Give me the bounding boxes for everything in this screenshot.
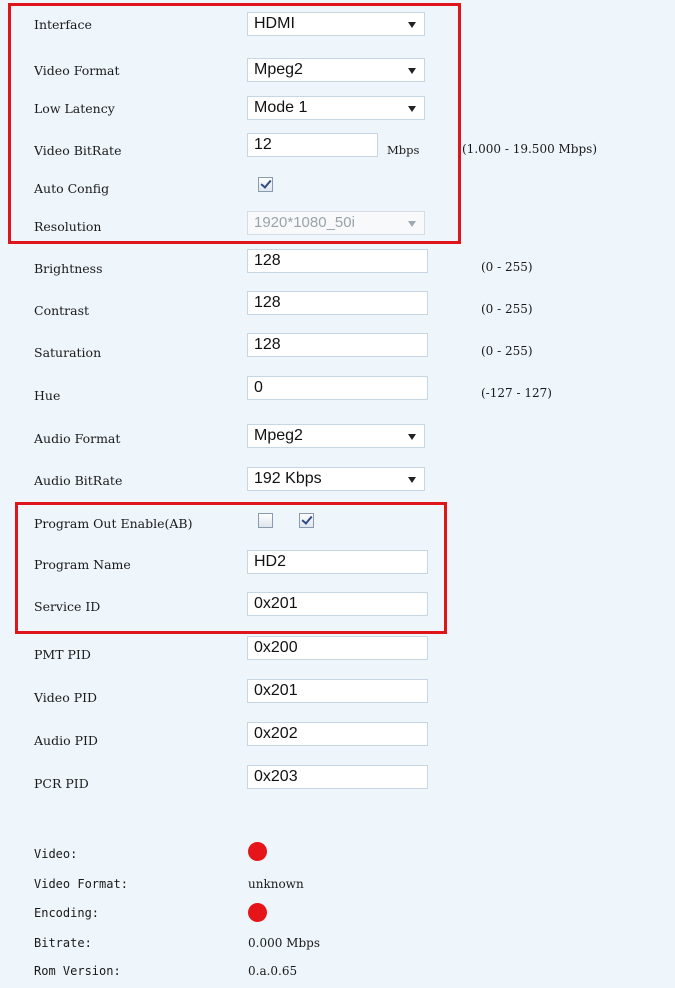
- resolution-label: Resolution: [34, 219, 102, 234]
- chevron-down-icon: [408, 434, 416, 440]
- saturation-value: 128: [254, 336, 281, 353]
- audio-pid-value: 0x202: [254, 725, 298, 742]
- auto-config-checkbox[interactable]: [258, 177, 273, 192]
- saturation-range: (0 - 255): [481, 344, 533, 358]
- status-video-indicator: [248, 842, 267, 861]
- status-bitrate-label: Bitrate:: [34, 936, 92, 950]
- video-bitrate-range: (1.000 - 19.500 Mbps): [462, 142, 598, 156]
- checkmark-icon: [260, 177, 272, 189]
- brightness-range: (0 - 255): [481, 260, 533, 274]
- pcr-pid-label: PCR PID: [34, 776, 89, 791]
- hue-value: 0: [254, 379, 263, 396]
- status-rom-version-label: Rom Version:: [34, 964, 121, 978]
- video-bitrate-label: Video BitRate: [34, 143, 122, 158]
- program-out-enable-label: Program Out Enable(AB): [34, 516, 193, 531]
- audio-bitrate-value: 192 Kbps: [254, 470, 322, 487]
- video-format-label: Video Format: [34, 63, 120, 78]
- audio-pid-input[interactable]: 0x202: [247, 722, 428, 746]
- service-id-input[interactable]: 0x201: [247, 592, 428, 616]
- highlight-box-video-settings: [8, 3, 461, 244]
- chevron-down-icon: [408, 68, 416, 74]
- video-bitrate-value: 12: [254, 136, 272, 153]
- video-format-value: Mpeg2: [254, 61, 303, 78]
- pcr-pid-value: 0x203: [254, 768, 298, 785]
- contrast-range: (0 - 255): [481, 302, 533, 316]
- audio-format-label: Audio Format: [34, 431, 121, 446]
- brightness-value: 128: [254, 252, 281, 269]
- chevron-down-icon: [408, 106, 416, 112]
- status-video-label: Video:: [34, 847, 78, 861]
- video-pid-input[interactable]: 0x201: [247, 679, 428, 703]
- pcr-pid-input[interactable]: 0x203: [247, 765, 428, 789]
- service-id-value: 0x201: [254, 595, 298, 612]
- interface-value: HDMI: [254, 15, 295, 32]
- video-bitrate-input[interactable]: 12: [247, 133, 378, 157]
- program-name-label: Program Name: [34, 557, 131, 572]
- pmt-pid-value: 0x200: [254, 639, 298, 656]
- status-encoding-label: Encoding:: [34, 906, 100, 920]
- video-bitrate-unit: Mbps: [387, 143, 420, 157]
- audio-pid-label: Audio PID: [34, 733, 98, 748]
- saturation-label: Saturation: [34, 345, 102, 360]
- brightness-input[interactable]: 128: [247, 249, 428, 273]
- program-name-input[interactable]: HD2: [247, 550, 428, 574]
- program-out-enable-a-checkbox[interactable]: [258, 513, 273, 528]
- contrast-input[interactable]: 128: [247, 291, 428, 315]
- status-video-format-value: unknown: [248, 877, 304, 891]
- hue-label: Hue: [34, 388, 61, 403]
- program-name-value: HD2: [254, 553, 287, 570]
- status-encoding-indicator: [248, 903, 267, 922]
- status-video-format-label: Video Format:: [34, 877, 128, 891]
- low-latency-value: Mode 1: [254, 99, 308, 116]
- chevron-down-icon: [408, 22, 416, 28]
- audio-bitrate-label: Audio BitRate: [34, 473, 123, 488]
- auto-config-label: Auto Config: [34, 181, 110, 196]
- status-bitrate-value: 0.000 Mbps: [248, 936, 320, 950]
- chevron-down-icon: [408, 477, 416, 483]
- interface-select[interactable]: HDMI: [247, 12, 425, 36]
- service-id-label: Service ID: [34, 599, 101, 614]
- pmt-pid-label: PMT PID: [34, 647, 91, 662]
- video-pid-value: 0x201: [254, 682, 298, 699]
- saturation-input[interactable]: 128: [247, 333, 428, 357]
- video-format-select[interactable]: Mpeg2: [247, 58, 425, 82]
- contrast-value: 128: [254, 294, 281, 311]
- hue-range: (-127 - 127): [481, 386, 552, 400]
- brightness-label: Brightness: [34, 261, 103, 276]
- status-rom-version-value: 0.a.0.65: [248, 964, 298, 978]
- pmt-pid-input[interactable]: 0x200: [247, 636, 428, 660]
- chevron-down-icon: [408, 221, 416, 227]
- checkmark-icon: [301, 513, 313, 525]
- low-latency-label: Low Latency: [34, 101, 115, 116]
- resolution-value: 1920*1080_50i: [254, 214, 355, 231]
- video-pid-label: Video PID: [34, 690, 98, 705]
- audio-format-select[interactable]: Mpeg2: [247, 424, 425, 448]
- hue-input[interactable]: 0: [247, 376, 428, 400]
- resolution-select[interactable]: 1920*1080_50i: [247, 211, 425, 235]
- low-latency-select[interactable]: Mode 1: [247, 96, 425, 120]
- audio-format-value: Mpeg2: [254, 427, 303, 444]
- program-out-enable-b-checkbox[interactable]: [299, 513, 314, 528]
- interface-label: Interface: [34, 17, 92, 32]
- contrast-label: Contrast: [34, 303, 90, 318]
- audio-bitrate-select[interactable]: 192 Kbps: [247, 467, 425, 491]
